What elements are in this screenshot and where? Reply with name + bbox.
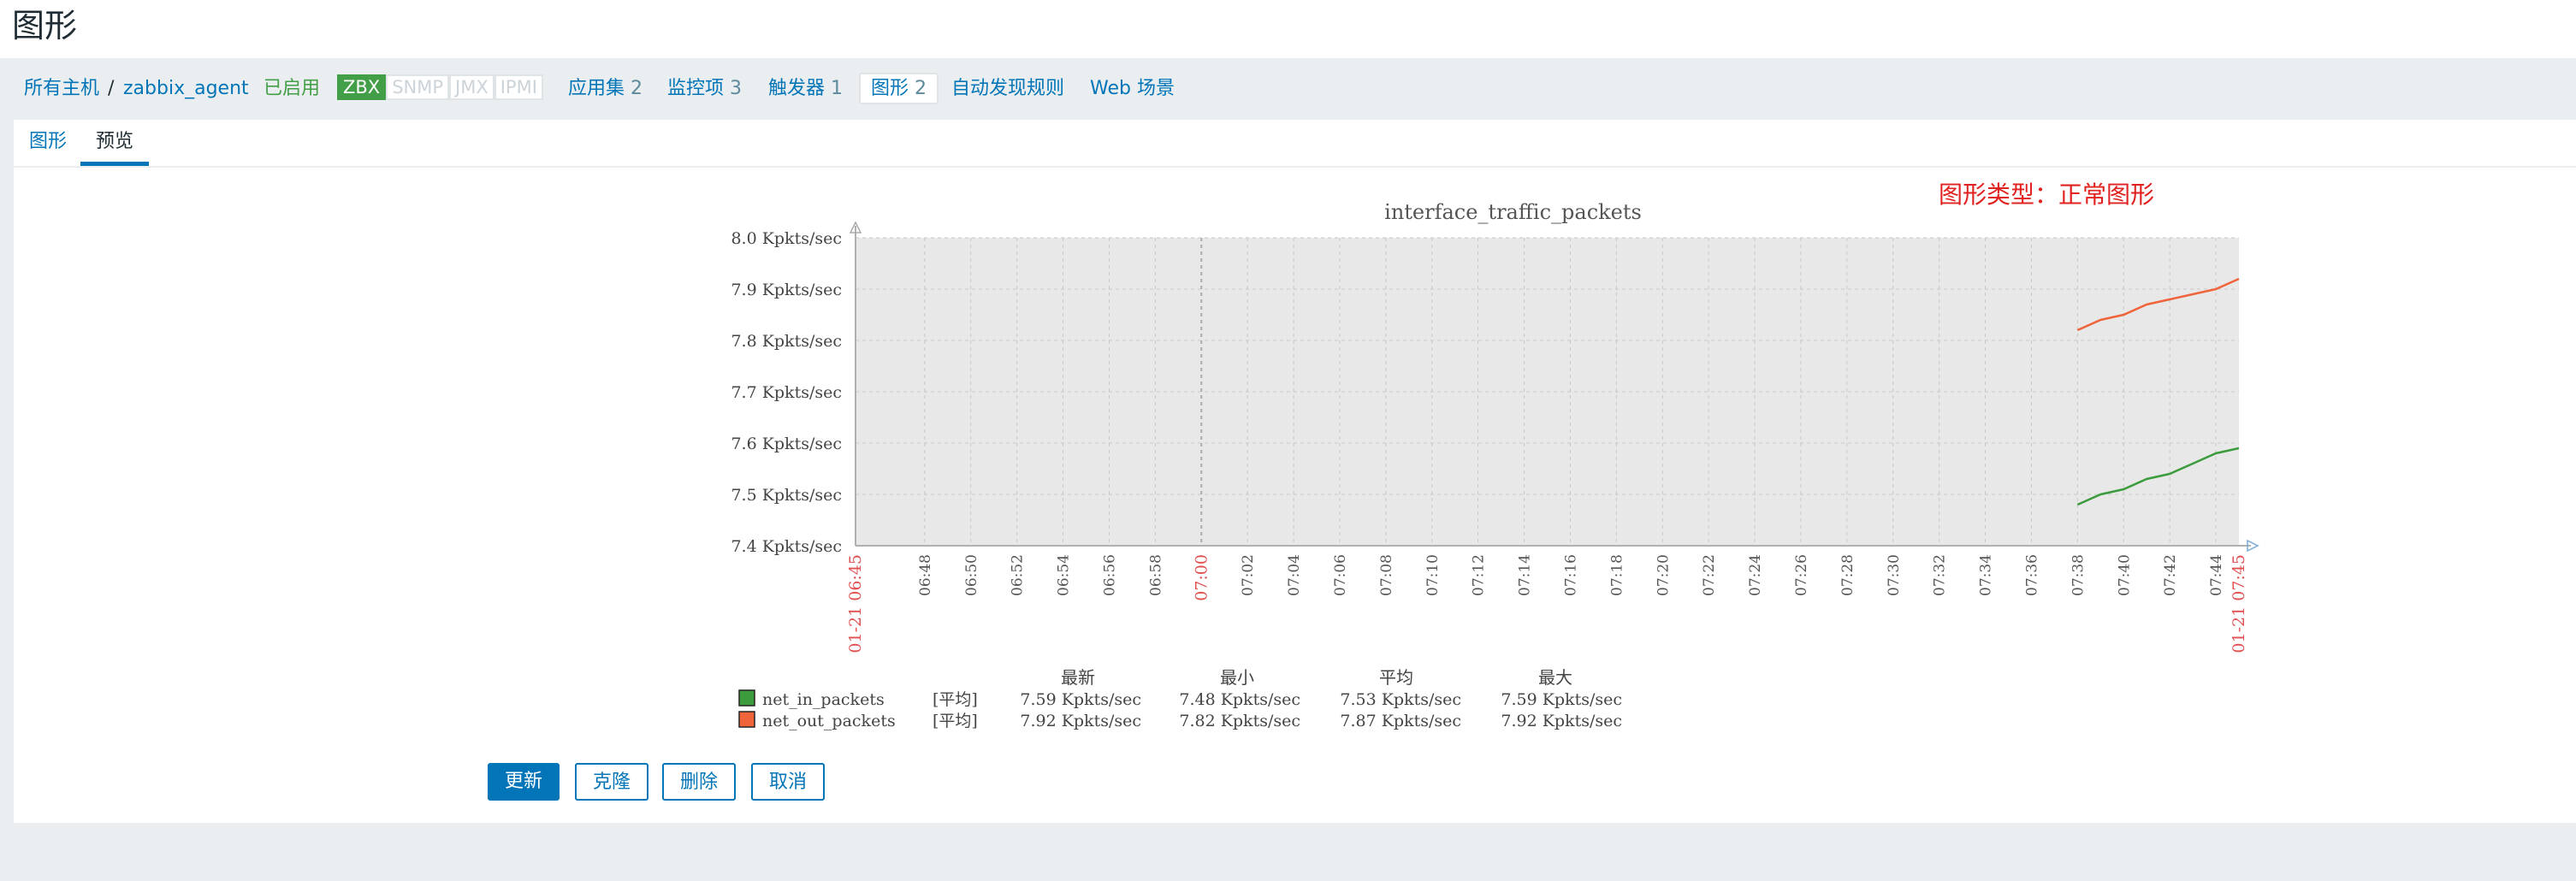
y-tick-label: 7.4 Kpkts/sec xyxy=(731,537,842,556)
legend-swatch xyxy=(738,689,755,707)
x-tick-label: 07:10 xyxy=(1424,554,1442,596)
cancel-button[interactable]: 取消 xyxy=(751,763,825,801)
legend-header: 最新 xyxy=(1061,667,1095,688)
x-tick-label: 07:06 xyxy=(1332,554,1349,596)
x-tick-label: 07:14 xyxy=(1517,554,1534,596)
legend-max: 7.59 Kpkts/sec xyxy=(1501,690,1622,709)
y-tick-label: 8.0 Kpkts/sec xyxy=(731,229,842,248)
y-tick-label: 7.6 Kpkts/sec xyxy=(731,435,842,453)
x-tick-label: 07:34 xyxy=(1978,554,1995,596)
x-tick-label: 06:48 xyxy=(917,554,934,596)
x-end-label: 01-21 07:45 xyxy=(2230,554,2248,653)
legend-function: [平均] xyxy=(933,690,978,709)
legend-last: 7.92 Kpkts/sec xyxy=(1020,712,1141,730)
legend-function: [平均] xyxy=(933,712,978,730)
x-tick-label: 06:50 xyxy=(963,554,980,596)
legend-avg: 7.87 Kpkts/sec xyxy=(1340,712,1461,730)
legend-last: 7.59 Kpkts/sec xyxy=(1020,690,1141,709)
x-tick-label: 07:22 xyxy=(1701,554,1718,596)
legend-min: 7.82 Kpkts/sec xyxy=(1179,712,1300,730)
graph-preview: interface_traffic_packets 8.0 Kpkts/sec 7.… xyxy=(731,200,2259,730)
update-button[interactable]: 更新 xyxy=(488,763,560,801)
x-tick-label: 07:24 xyxy=(1747,554,1764,596)
y-tick-label: 7.5 Kpkts/sec xyxy=(731,486,842,505)
legend-name: net_out_packets xyxy=(762,712,896,730)
x-tick-label: 06:58 xyxy=(1147,554,1164,596)
clone-button[interactable]: 克隆 xyxy=(575,763,648,801)
x-tick-label: 07:02 xyxy=(1240,554,1257,596)
legend-swatch xyxy=(738,711,755,728)
x-tick-label: 07:30 xyxy=(1886,554,1903,596)
legend-max: 7.92 Kpkts/sec xyxy=(1501,712,1622,730)
x-tick-label: 07:38 xyxy=(2070,554,2087,596)
x-tick-label: 07:26 xyxy=(1793,554,1810,596)
y-tick-label: 7.7 Kpkts/sec xyxy=(731,383,842,402)
x-start-label: 01-21 06:45 xyxy=(846,554,865,653)
legend-min: 7.48 Kpkts/sec xyxy=(1179,690,1300,709)
legend-header: 最小 xyxy=(1220,667,1254,688)
x-tick-label: 07:44 xyxy=(2208,554,2225,596)
legend-header: 平均 xyxy=(1379,667,1413,688)
delete-button[interactable]: 删除 xyxy=(662,763,736,801)
legend-avg: 7.53 Kpkts/sec xyxy=(1340,690,1461,709)
chart-title: interface_traffic_packets xyxy=(1384,200,1642,224)
x-tick-label-hour: 07:00 xyxy=(1192,554,1211,601)
x-tick-label: 07:18 xyxy=(1608,554,1626,596)
x-tick-label: 07:08 xyxy=(1378,554,1395,596)
legend-name: net_in_packets xyxy=(762,690,885,709)
legend-header: 最大 xyxy=(1538,667,1572,688)
x-tick-label: 07:28 xyxy=(1839,554,1856,596)
x-tick-label: 07:32 xyxy=(1932,554,1949,596)
x-tick-label: 07:36 xyxy=(2023,554,2040,596)
x-tick-label: 06:52 xyxy=(1010,554,1027,596)
x-tick-label: 07:20 xyxy=(1655,554,1672,596)
x-tick-label: 07:12 xyxy=(1471,554,1488,596)
y-tick-label: 7.8 Kpkts/sec xyxy=(731,332,842,351)
x-tick-label: 06:54 xyxy=(1056,554,1073,596)
x-tick-label: 07:04 xyxy=(1286,554,1303,596)
y-tick-label: 7.9 Kpkts/sec xyxy=(731,281,842,299)
x-tick-label: 07:40 xyxy=(2116,554,2133,596)
x-tick-label: 07:16 xyxy=(1562,554,1579,596)
x-tick-label: 07:42 xyxy=(2162,554,2179,596)
x-tick-label: 06:56 xyxy=(1101,554,1118,596)
